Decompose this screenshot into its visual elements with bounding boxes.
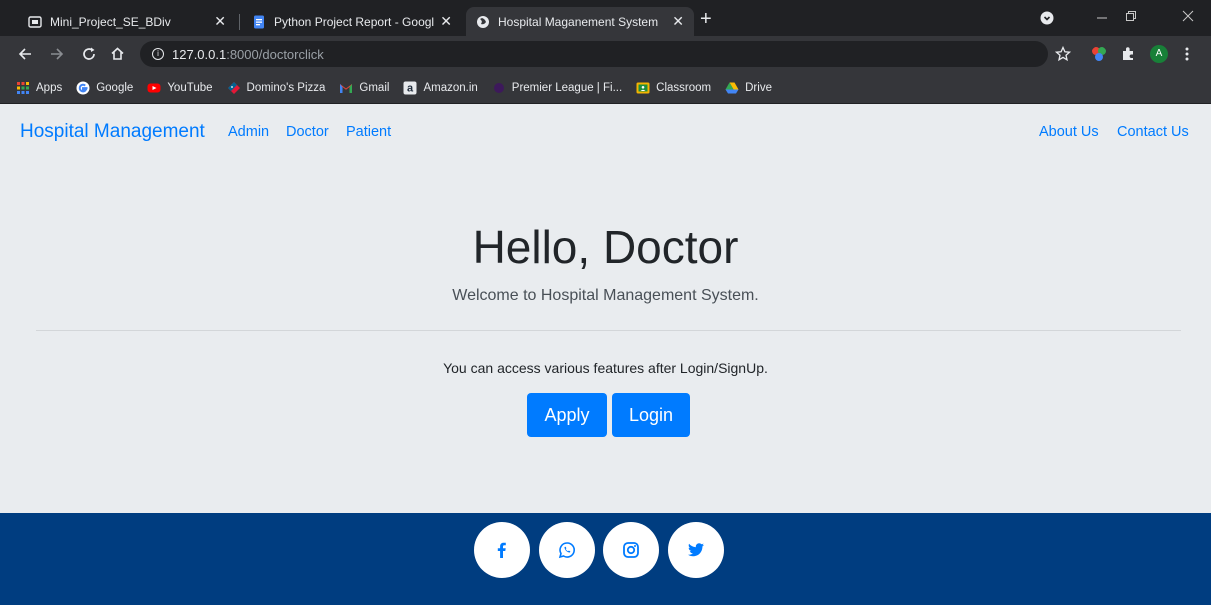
home-icon[interactable]	[110, 46, 125, 61]
window-close-icon[interactable]	[1182, 10, 1194, 22]
apps-grid-icon	[17, 81, 29, 94]
hero-subtitle: Welcome to Hospital Management System.	[452, 287, 759, 304]
menu-icon[interactable]	[1184, 47, 1190, 61]
bookmark-label: Classroom	[656, 81, 712, 94]
youtube-icon	[147, 83, 161, 92]
close-icon[interactable]: ✕	[440, 13, 452, 30]
bookmark-apps[interactable]: Apps	[16, 81, 62, 95]
slides-icon	[28, 15, 42, 28]
tab-mini-project[interactable]: Mini_Project_SE_BDiv ✕	[18, 7, 236, 36]
bookmark-label: Gmail	[359, 81, 390, 94]
whatsapp-link[interactable]	[539, 522, 595, 578]
facebook-link[interactable]	[474, 522, 530, 578]
nav-link-about-us[interactable]: About Us	[1039, 124, 1099, 140]
classroom-icon	[636, 82, 650, 93]
apply-button[interactable]: Apply	[527, 393, 607, 437]
premier-league-icon	[493, 82, 504, 93]
address-bar[interactable]: i 127.0.0.1 :8000/doctorclick	[140, 41, 1048, 67]
tab-title: Python Project Report - Google D	[274, 14, 435, 29]
bookmark-classroom[interactable]: Classroom	[636, 81, 711, 95]
tab-hospital-system[interactable]: Hospital Maganement System ✕	[466, 7, 694, 36]
nav-link-patient[interactable]: Patient	[346, 124, 391, 140]
tab-title: Mini_Project_SE_BDiv	[50, 14, 171, 29]
twitter-icon	[688, 543, 704, 557]
instagram-icon	[623, 542, 639, 558]
url-host: 127.0.0.1	[172, 46, 227, 62]
bookmark-label: Domino's Pizza	[246, 81, 326, 94]
bookmark-label: Premier League | Fi...	[511, 81, 623, 94]
navbar-brand[interactable]: Hospital Management	[20, 121, 205, 143]
gmail-icon	[340, 83, 353, 93]
bookmark-google[interactable]: Google	[76, 81, 133, 95]
facebook-icon	[497, 542, 506, 558]
bookmark-gmail[interactable]: Gmail	[339, 81, 389, 95]
back-icon[interactable]	[18, 47, 32, 61]
docs-icon	[254, 15, 264, 28]
bookmark-label: Drive	[745, 81, 772, 94]
google-icon	[76, 81, 90, 94]
restore-icon[interactable]	[1125, 10, 1137, 22]
dominos-icon	[227, 81, 240, 94]
reload-icon[interactable]	[82, 47, 96, 61]
tab-search-icon[interactable]	[1040, 11, 1054, 25]
extensions-puzzle-icon[interactable]	[1120, 46, 1136, 62]
bookmark-youtube[interactable]: YouTube	[147, 81, 213, 95]
new-tab-button[interactable]: +	[700, 8, 712, 31]
bookmark-star-icon[interactable]	[1055, 46, 1071, 62]
bookmark-label: Google	[96, 81, 134, 94]
nav-link-contact-us[interactable]: Contact Us	[1117, 124, 1189, 140]
forward-icon[interactable]	[50, 47, 64, 61]
bookmarks-bar: Apps Google YouTube Domino's Pizza Gmail…	[0, 72, 1211, 104]
hero-title: Hello, Doctor	[472, 221, 739, 273]
amazon-icon: a	[403, 81, 417, 94]
url-path: :8000/doctorclick	[226, 46, 324, 62]
bookmark-label: YouTube	[167, 81, 213, 94]
nav-link-admin[interactable]: Admin	[228, 124, 269, 140]
bookmark-label: Amazon.in	[423, 81, 478, 94]
close-icon[interactable]: ✕	[672, 13, 684, 30]
browser-tab-strip: Mini_Project_SE_BDiv ✕ Python Project Re…	[0, 0, 1211, 36]
whatsapp-icon	[558, 542, 575, 559]
tab-title: Hospital Maganement System	[498, 14, 659, 29]
instagram-link[interactable]	[603, 522, 659, 578]
twitter-link[interactable]	[668, 522, 724, 578]
bookmark-dominos[interactable]: Domino's Pizza	[227, 81, 326, 95]
tab-divider	[239, 14, 240, 30]
page-content: Hospital Management Admin Doctor Patient…	[0, 104, 1211, 513]
svg-text:a: a	[407, 82, 414, 94]
color-extension-icon[interactable]	[1091, 46, 1107, 62]
bookmark-premier-league[interactable]: Premier League | Fi...	[492, 81, 622, 95]
tab-python-report[interactable]: Python Project Report - Google D ✕	[242, 7, 462, 36]
site-info-icon[interactable]: i	[152, 48, 164, 60]
footer	[0, 513, 1211, 605]
globe-icon	[477, 15, 489, 28]
profile-avatar[interactable]: A	[1150, 45, 1168, 63]
hero-note: You can access various features after Lo…	[443, 360, 768, 376]
nav-link-doctor[interactable]: Doctor	[286, 124, 329, 140]
bookmark-label: Apps	[36, 81, 63, 94]
login-button[interactable]: Login	[612, 393, 690, 437]
bookmark-amazon[interactable]: a Amazon.in	[403, 81, 478, 95]
close-icon[interactable]: ✕	[214, 13, 226, 30]
minimize-icon[interactable]	[1096, 12, 1108, 24]
bookmark-drive[interactable]: Drive	[725, 81, 772, 95]
browser-toolbar: i 127.0.0.1 :8000/doctorclick A	[0, 36, 1211, 72]
hero-divider	[36, 330, 1181, 331]
drive-icon	[725, 82, 739, 93]
